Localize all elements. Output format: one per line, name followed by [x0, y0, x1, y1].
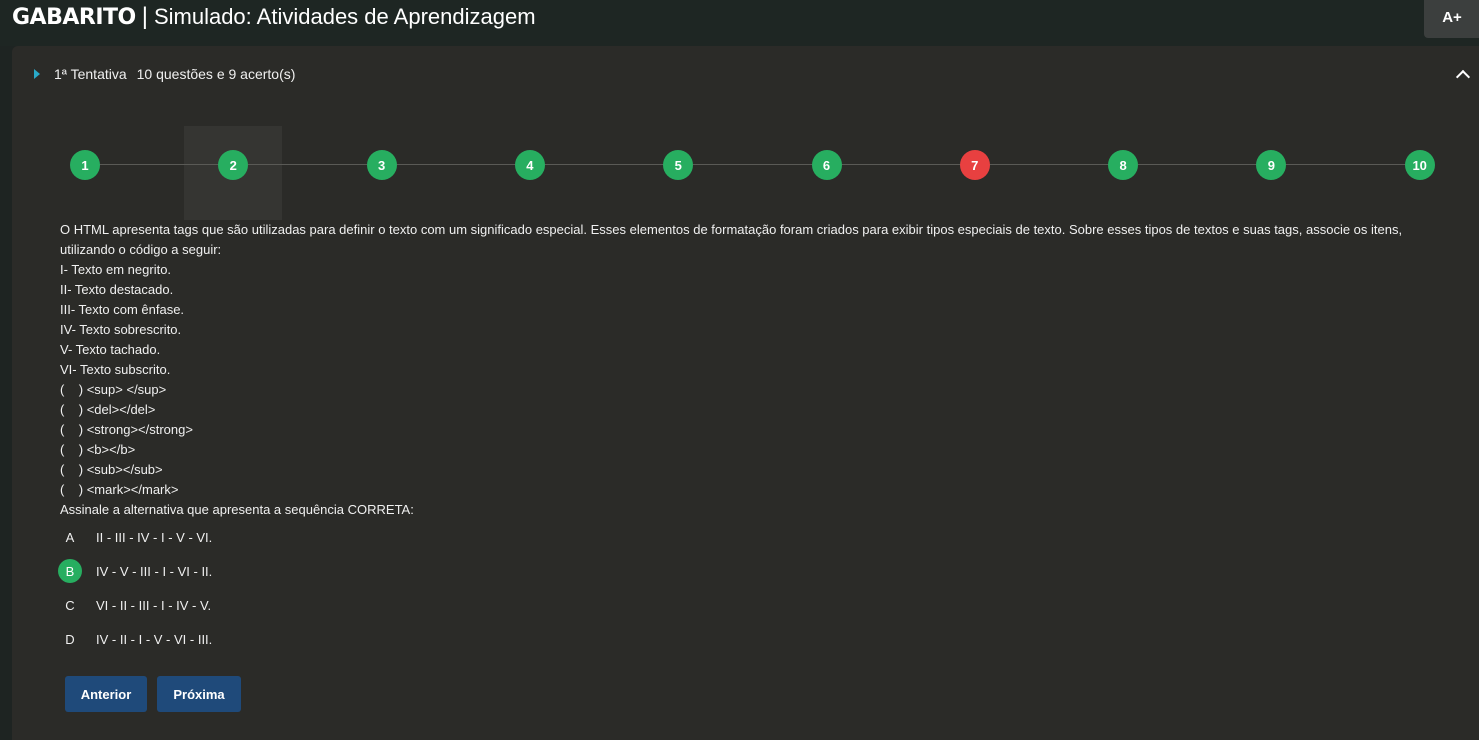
question-line: ( ) <sup> </sup> [60, 382, 167, 397]
option-d[interactable]: D IV - II - I - V - VI - III. [58, 622, 212, 656]
question-line: V- Texto tachado. [60, 342, 161, 357]
question-line: ( ) <strong></strong> [60, 422, 193, 437]
question-line: IV- Texto sobrescrito. [60, 322, 182, 337]
option-text: VI - II - III - I - IV - V. [96, 597, 212, 613]
step-4[interactable]: 4 [514, 150, 545, 180]
question-line: ( ) <sub></sub> [60, 462, 163, 477]
top-bar: GABARITO | Simulado: Atividades de Apren… [0, 0, 1479, 46]
attempt-label: 1ª Tentativa [54, 66, 127, 82]
title-separator: | [141, 3, 148, 30]
question-line: ( ) <b></b> [60, 442, 136, 457]
option-letter: A [65, 529, 75, 545]
option-letter: C [65, 597, 75, 613]
option-c[interactable]: C VI - II - III - I - IV - V. [58, 588, 212, 622]
brand-title: GABARITO [12, 4, 136, 30]
step-6[interactable]: 6 [811, 150, 842, 180]
question-line: ( ) <mark></mark> [60, 482, 179, 497]
option-letter: D [65, 631, 75, 647]
caret-right-icon [34, 68, 40, 79]
question-line: VI- Texto subscrito. [60, 362, 171, 377]
question-statement: O HTML apresenta tags que são utilizadas… [60, 222, 1403, 257]
question-stepper: 1 2 3 4 5 6 7 8 9 10 [12, 126, 1479, 220]
option-a[interactable]: A II - III - IV - I - V - VI. [58, 520, 213, 554]
question-line: Assinale a alternativa que apresenta a s… [60, 502, 414, 517]
question-line: ( ) <del></del> [60, 402, 156, 417]
step-1[interactable]: 1 [70, 150, 100, 180]
step-9[interactable]: 9 [1256, 150, 1287, 180]
step-7[interactable]: 7 [959, 150, 990, 180]
step-5[interactable]: 5 [663, 150, 694, 180]
page-title: GABARITO | Simulado: Atividades de Apren… [12, 0, 536, 40]
question-line: II- Texto destacado. [60, 282, 174, 297]
attempt-summary: 10 questões e 9 acerto(s) [136, 66, 296, 82]
option-b[interactable]: B IV - V - III - I - VI - II. [58, 554, 212, 588]
attempt-panel: 1ª Tentativa 10 questões e 9 acerto(s) 1… [12, 46, 1479, 740]
chevron-up-icon[interactable] [1455, 69, 1471, 85]
step-3[interactable]: 3 [366, 150, 397, 180]
next-button[interactable]: Próxima [157, 676, 241, 712]
option-letter: B [58, 559, 82, 583]
question-body: O HTML apresenta tags que são utilizadas… [60, 220, 1440, 520]
attempt-header[interactable]: 1ª Tentativa 10 questões e 9 acerto(s) [34, 66, 295, 82]
question-lines: I- Texto em negrito. II- Texto destacado.… [60, 260, 1440, 520]
stepper-line [85, 164, 1420, 165]
page-subtitle: Simulado: Atividades de Aprendizagem [153, 4, 536, 29]
option-text: IV - II - I - V - VI - III. [96, 631, 213, 647]
question-line: III- Texto com ênfase. [60, 302, 185, 317]
font-size-button[interactable]: A+ [1424, 0, 1479, 38]
previous-button[interactable]: Anterior [65, 676, 147, 712]
option-text: IV - V - III - I - VI - II. [96, 563, 213, 579]
answer-options: A II - III - IV - I - V - VI. B IV - V - II… [58, 520, 212, 656]
step-8[interactable]: 8 [1108, 150, 1139, 180]
option-text: II - III - IV - I - V - VI. [96, 529, 213, 545]
question-line: I- Texto em negrito. [60, 262, 172, 277]
step-10[interactable]: 10 [1404, 150, 1435, 180]
